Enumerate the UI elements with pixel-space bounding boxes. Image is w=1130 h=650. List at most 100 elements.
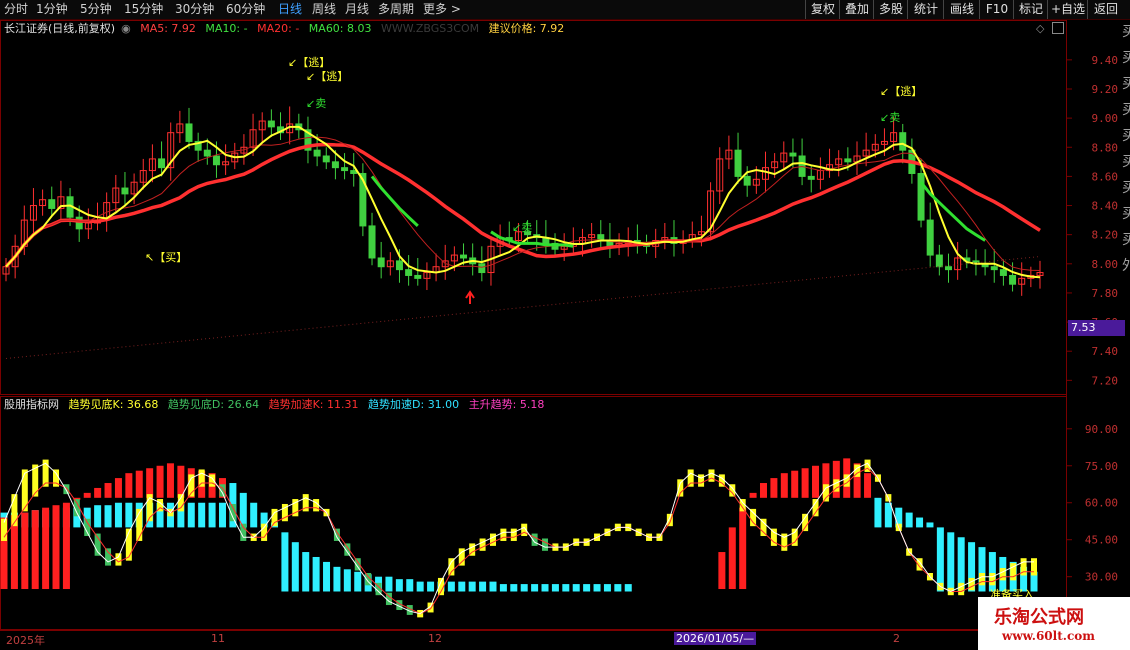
kd-bar: [365, 573, 372, 586]
kd-bar: [1010, 563, 1017, 581]
chevron-down-icon[interactable]: ◉: [121, 22, 131, 35]
tab-30min[interactable]: 30分钟: [175, 2, 214, 17]
tab-multi-period[interactable]: 多周期: [378, 2, 414, 17]
tab-5min[interactable]: 5分钟: [80, 2, 112, 17]
accel-d-bar: [427, 581, 435, 592]
kd-bar: [105, 548, 112, 566]
candle-body: [350, 170, 358, 174]
side-strip-char: 买: [1122, 180, 1130, 196]
y-tick-label: 9.40: [1092, 54, 1119, 67]
candle-body: [743, 175, 751, 186]
candle-body: [286, 123, 294, 134]
kd-bar: [791, 528, 798, 546]
accel-d-bar: [271, 522, 279, 528]
window-icon[interactable]: [1052, 22, 1064, 34]
accel-k-bar: [114, 478, 122, 498]
accel-d-bar: [489, 581, 497, 592]
f10-button[interactable]: F10: [979, 0, 1014, 19]
accel-k-bar: [718, 552, 726, 590]
ma10-line: [5, 136, 1041, 271]
accel-d-bar: [395, 579, 403, 592]
x-label-feb: 2: [893, 632, 900, 645]
accel-d-bar: [156, 502, 164, 528]
kd-bar: [396, 600, 403, 610]
accel-k-bar: [739, 507, 747, 590]
accel-d-bar: [583, 584, 591, 592]
kd-bar: [209, 474, 216, 487]
candle-body: [880, 140, 888, 145]
candle-body: [240, 146, 248, 154]
accel-k-bar: [166, 463, 174, 498]
candle-body: [185, 123, 193, 142]
accel-d-bar: [281, 532, 289, 592]
candle-body: [148, 158, 156, 172]
multi-stock-button[interactable]: 多股: [873, 0, 908, 19]
indicator-title[interactable]: 股朋指标网: [4, 398, 59, 411]
candle-body: [48, 199, 56, 209]
accel-d-bar: [385, 576, 393, 592]
candle-body: [66, 196, 74, 218]
accel-d-bar: [218, 502, 226, 528]
tab-1min[interactable]: 1分钟: [36, 2, 68, 17]
accel-d-bar: [333, 566, 341, 592]
candle-body: [844, 158, 852, 163]
candle-body: [578, 237, 586, 244]
accel-k-bar: [21, 512, 29, 590]
kd-bar: [157, 499, 164, 512]
trend-accel-k-label: 趋势加速K: 11.31: [268, 398, 359, 411]
candle-body: [158, 158, 166, 169]
accel-d-bar: [250, 502, 258, 528]
ma20-line: [4, 142, 1041, 268]
kd-bar: [531, 533, 538, 546]
accel-d-bar: [354, 571, 362, 592]
candle-body: [258, 120, 266, 131]
accel-d-bar: [62, 507, 70, 528]
tab-15min[interactable]: 15分钟: [124, 2, 163, 17]
tab-60min[interactable]: 60分钟: [226, 2, 265, 17]
tab-monthly[interactable]: 月线: [345, 2, 369, 17]
accel-k-bar: [843, 458, 851, 498]
candle-body: [194, 140, 202, 151]
kd-bar: [271, 508, 278, 527]
accel-d-bar: [323, 561, 331, 592]
candle-body: [231, 152, 239, 163]
candle-body: [816, 170, 824, 180]
back-button[interactable]: 返回: [1087, 0, 1124, 19]
kd-bar: [448, 558, 455, 576]
add-watchlist-button[interactable]: +自选: [1047, 0, 1088, 19]
y-tick-label: 9.00: [1092, 112, 1119, 125]
accel-k-bar: [770, 478, 778, 498]
candle-body: [643, 242, 651, 247]
adjust-button[interactable]: 复权: [805, 0, 840, 19]
candle-body: [368, 225, 376, 259]
stock-title[interactable]: 长江证券(日线,前复权): [4, 22, 115, 35]
tab-intraday[interactable]: 分时: [4, 2, 28, 17]
candle-body: [1036, 272, 1044, 276]
accel-k-bar: [146, 468, 154, 498]
x-label-cursor-date: 2026/01/05/—: [674, 632, 757, 645]
tab-daily[interactable]: 日线: [278, 2, 302, 17]
draw-line-button[interactable]: 画线: [943, 0, 980, 19]
main-chart-legend: 长江证券(日线,前复权) ◉ MA5: 7.92 MA10: - MA20: - …: [4, 21, 570, 37]
statistics-button[interactable]: 统计: [907, 0, 944, 19]
accel-k-bar: [10, 515, 18, 590]
trend-bottom-d-label: 趋势见底D: 26.64: [167, 398, 260, 411]
kd-bar: [427, 602, 434, 613]
overlay-button[interactable]: 叠加: [839, 0, 874, 19]
accel-d-bar: [198, 502, 206, 528]
y-tick-label: 30.00: [1085, 571, 1118, 584]
tab-weekly[interactable]: 周线: [312, 2, 336, 17]
diamond-icon[interactable]: ◇: [1036, 22, 1044, 35]
kd-bar: [916, 558, 923, 571]
candle-body: [652, 239, 660, 247]
accel-d-bar: [437, 581, 445, 592]
candle-body: [597, 234, 605, 241]
accel-d-bar: [447, 581, 455, 592]
mark-button[interactable]: 标记: [1013, 0, 1048, 19]
candle-body: [1009, 274, 1017, 285]
accel-d-bar: [291, 542, 299, 592]
kd-bar: [906, 548, 913, 556]
accel-d-bar: [957, 537, 965, 592]
tab-more[interactable]: 更多 >: [423, 2, 461, 17]
accel-k-bar: [864, 473, 872, 498]
